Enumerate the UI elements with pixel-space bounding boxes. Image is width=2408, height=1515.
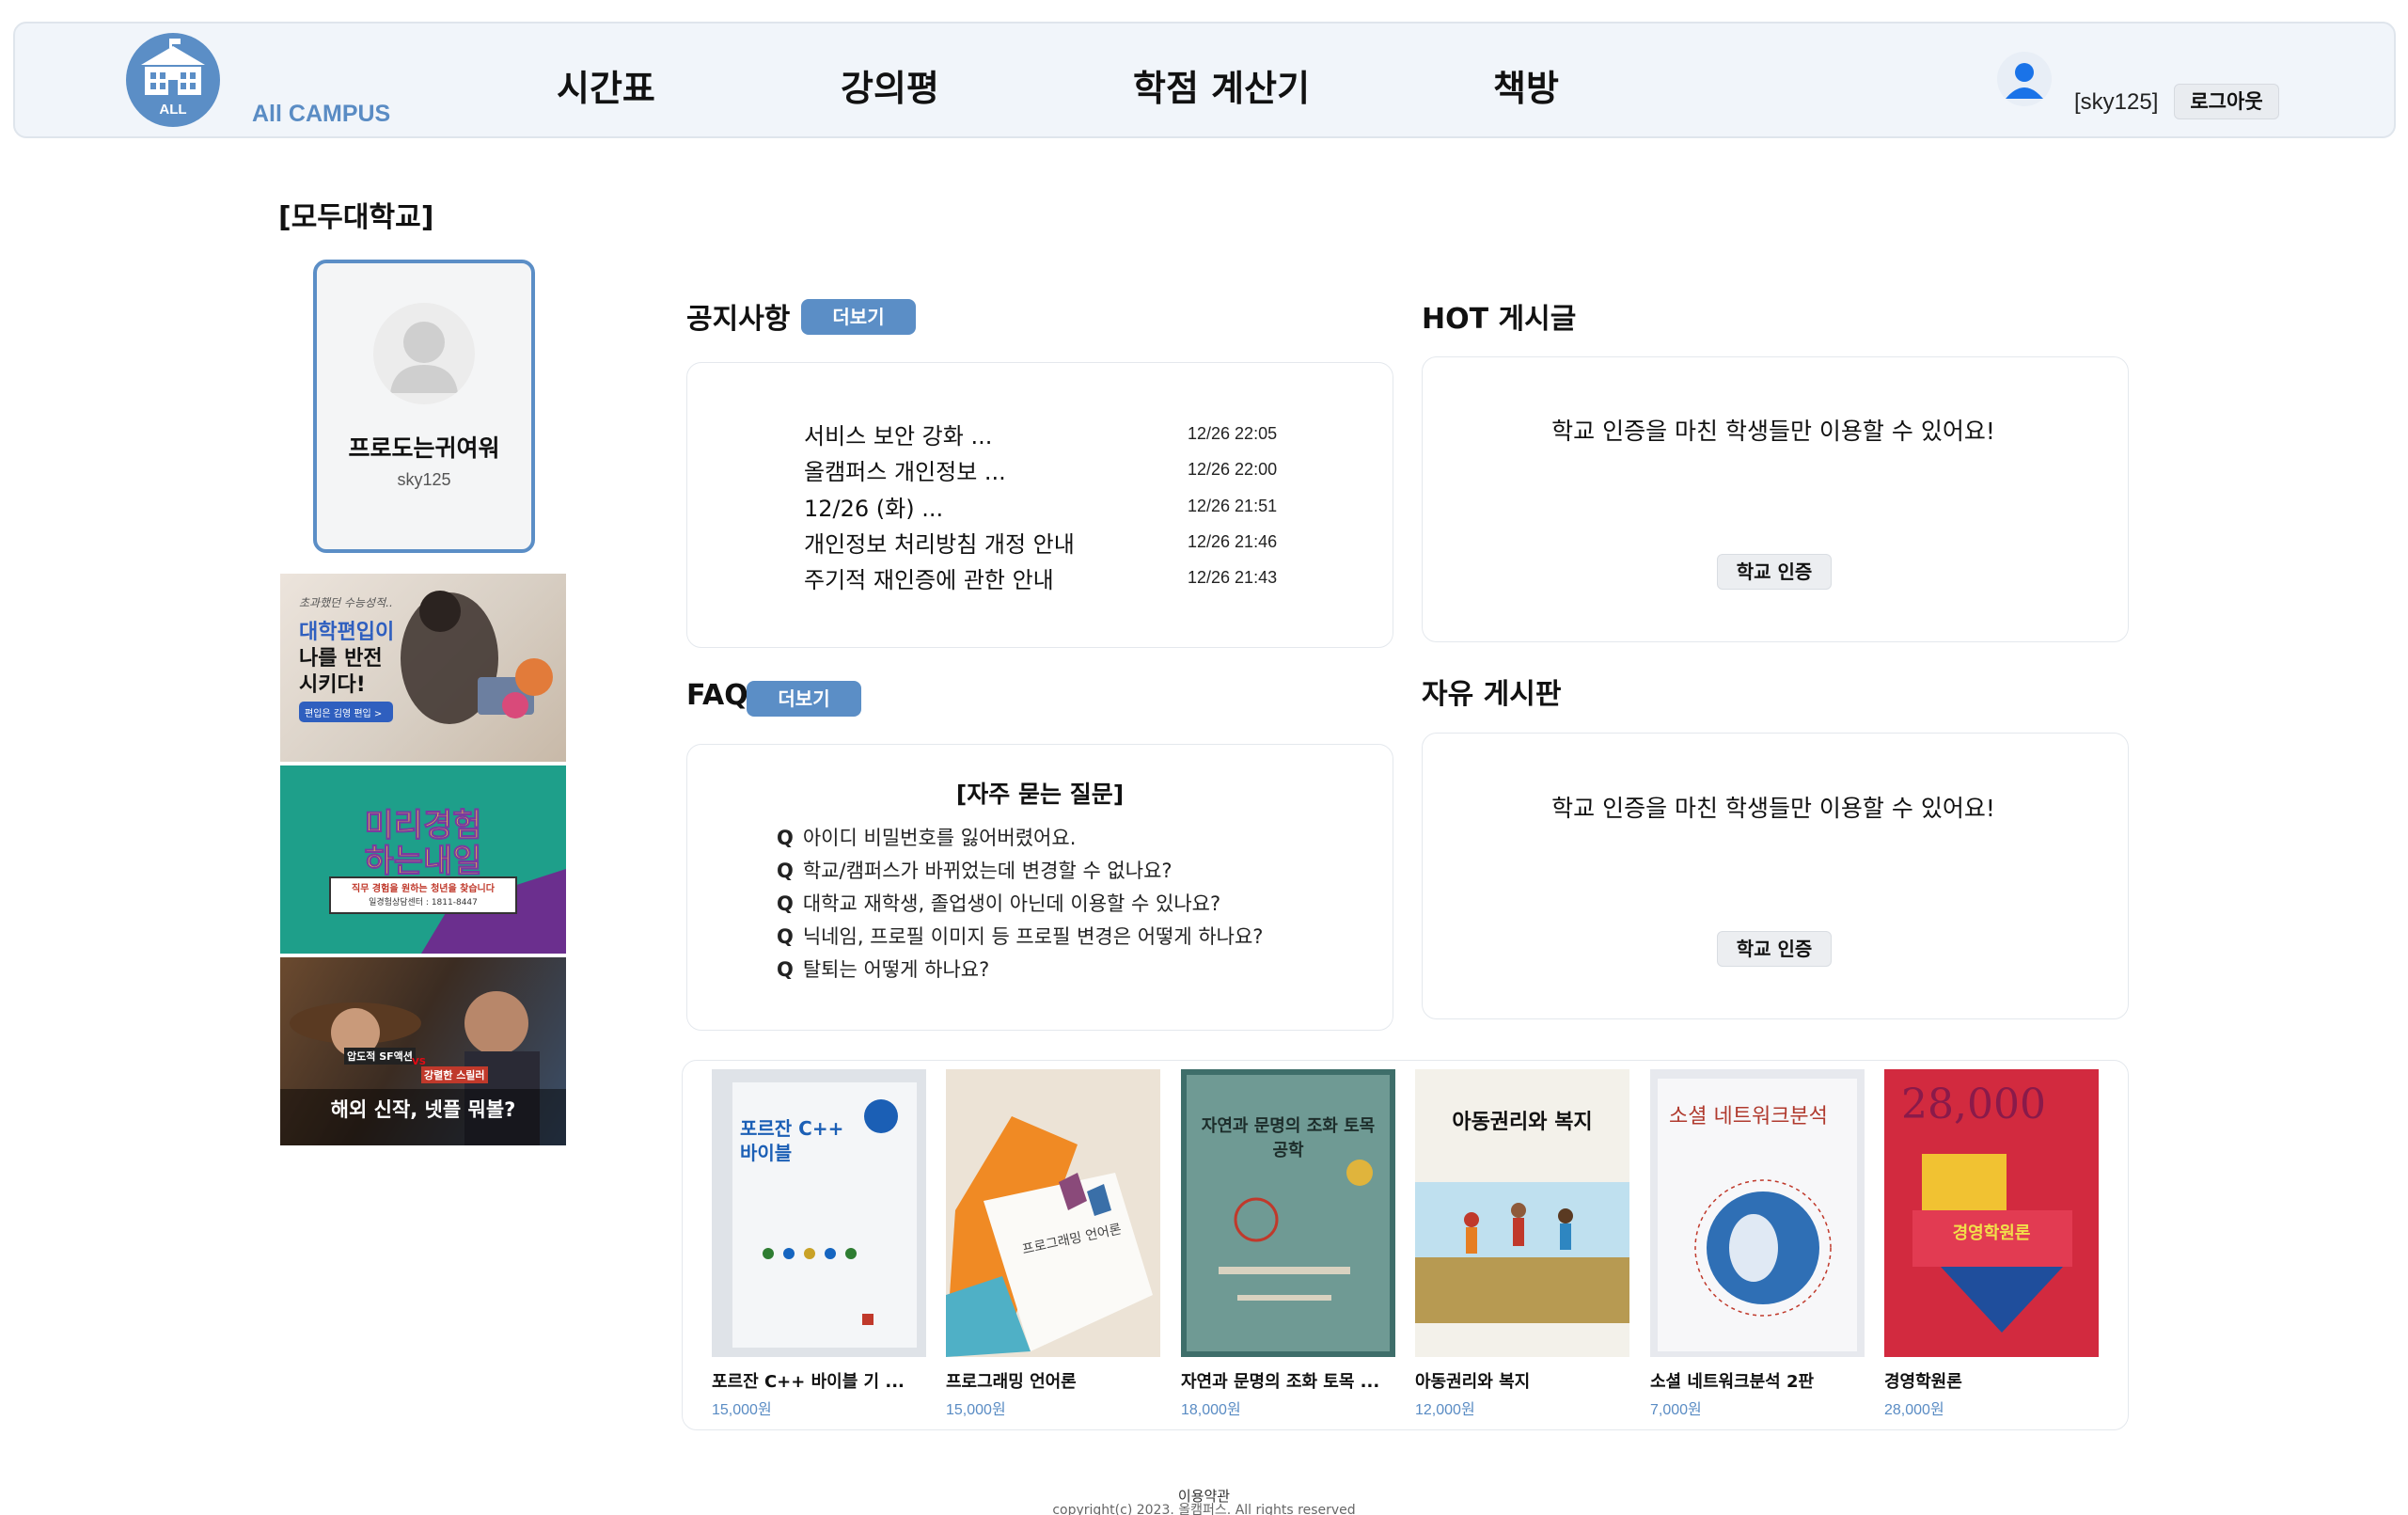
ad-banner-work-experience[interactable]: 미리경험 하는내일 직무 경험을 원하는 청년을 찾습니다 일경험상담센터 : …	[280, 765, 566, 954]
book-cover-image: 아동권리와 복지	[1415, 1069, 1629, 1357]
book-cover-text: 포르잔 C++ 바이블	[740, 1117, 844, 1164]
notice-item-date: 12/26 22:05	[1188, 424, 1278, 443]
faq-item[interactable]: Q 학교/캠퍼스가 바뀌었는데 변경할 수 없나요?	[777, 856, 1173, 884]
book-price: 15,000원	[712, 1402, 772, 1418]
ad2-sub2: 일경험상담센터 : 1811-8447	[369, 898, 478, 907]
book-title: 소셜 네트워크분석 2판	[1650, 1372, 1815, 1392]
book-title: 자연과 문명의 조화 토목 ...	[1181, 1372, 1380, 1392]
copyright-text: copyright(c) 2023. 올캠퍼스. All rights rese…	[1052, 1503, 1356, 1515]
book-cover-text: 경영학원론	[1952, 1223, 2031, 1243]
faq-question: 아이디 비밀번호를 잃어버렸어요.	[802, 827, 1077, 849]
ad3-line-0: 압도적 SF액션	[344, 1048, 416, 1065]
book-title: 프로그래밍 언어론	[946, 1372, 1077, 1392]
nav-grade-calculator[interactable]: 학점 계산기	[1133, 59, 1310, 111]
brand-name[interactable]: All CAMPUS	[252, 101, 390, 128]
ad3-line-3: 해외 신작, 넷플 뭐볼?	[330, 1098, 516, 1121]
faq-more-button[interactable]: 더보기	[747, 681, 861, 717]
ad3-line-2: 강렬한 스릴러	[421, 1066, 488, 1083]
ad2-line-1: 하는내일	[364, 843, 482, 881]
profile-placeholder-icon	[373, 303, 475, 404]
profile-card[interactable]: 프로도는귀여워 sky125	[313, 260, 535, 553]
book-price: 18,000원	[1181, 1402, 1241, 1418]
username-label: [sky125]	[2074, 89, 2159, 115]
book-cover-image: 포르잔 C++ 바이블	[712, 1069, 926, 1357]
notice-item-title[interactable]: 서비스 보안 강화 ...	[804, 418, 992, 450]
notice-item-title[interactable]: 개인정보 처리방침 개정 안내	[804, 526, 1075, 559]
ad1-line-0: 초과했던 수능성적..	[299, 596, 393, 609]
book-cover-text: 소셜 네트워크분석	[1669, 1105, 1828, 1128]
nav-lecture-review[interactable]: 강의평	[841, 59, 939, 111]
book-price: 28,000원	[1884, 1402, 1944, 1418]
ad-banner-netflix[interactable]: 압도적 SF액션 VS 강렬한 스릴러 해외 신작, 넷플 뭐볼?	[280, 957, 566, 1145]
notice-item-date: 12/26 21:43	[1188, 568, 1278, 587]
faq-item[interactable]: Q 대학교 재학생, 졸업생이 아닌데 이용할 수 있나요?	[777, 889, 1220, 917]
ad1-line-3: 시키다!	[299, 673, 366, 697]
nav-timetable[interactable]: 시간표	[557, 59, 655, 111]
logo-text: ALL	[159, 102, 186, 118]
notice-item-title[interactable]: 12/26 (화) ...	[804, 490, 943, 523]
book-price: 12,000원	[1415, 1402, 1475, 1418]
ad1-button: 편입은 김영 편입 >	[305, 709, 383, 719]
faq-q-marker: Q	[777, 958, 794, 981]
ad-banner-transfer[interactable]: 초과했던 수능성적.. 대학편입이 나를 반전 시키다! 편입은 김영 편입 >	[280, 574, 566, 762]
nav-bookstore[interactable]: 책방	[1493, 59, 1559, 111]
faq-question: 탈퇴는 어떻게 하나요?	[802, 958, 990, 981]
book-title: 아동권리와 복지	[1415, 1372, 1531, 1392]
hot-posts-title: HOT 게시글	[1422, 303, 1577, 336]
faq-item[interactable]: Q 아이디 비밀번호를 잃어버렸어요.	[777, 823, 1076, 851]
book-cover-handwriting: 28,000	[1901, 1081, 2046, 1128]
faq-question: 학교/캠퍼스가 바뀌었는데 변경할 수 없나요?	[802, 860, 1173, 882]
faq-item[interactable]: Q 탈퇴는 어떻게 하나요?	[777, 955, 989, 983]
faq-q-marker: Q	[777, 892, 794, 915]
faq-item[interactable]: Q 닉네임, 프로필 이미지 등 프로필 변경은 어떻게 하나요?	[777, 922, 1263, 950]
book-cover-image: 28,000 경영학원론	[1884, 1069, 2099, 1357]
free-board-panel	[1422, 733, 2129, 1019]
notice-panel	[686, 362, 1393, 648]
free-auth-message: 학교 인증을 마친 학생들만 이용할 수 있어요!	[1551, 795, 1995, 822]
campus-logo-icon[interactable]: ALL	[126, 33, 220, 127]
faq-q-marker: Q	[777, 925, 794, 948]
hot-auth-message: 학교 인증을 마친 학생들만 이용할 수 있어요!	[1551, 418, 1995, 445]
book-cover-image: 소셜 네트워크분석	[1650, 1069, 1865, 1357]
notice-item-title[interactable]: 주기적 재인증에 관한 안내	[804, 561, 1054, 594]
user-avatar-icon[interactable]	[1997, 52, 2052, 106]
top-header: ALL All CAMPUS 시간표 강의평 학점 계산기 책방 [sky125…	[13, 22, 2396, 138]
notice-item-date: 12/26 21:46	[1188, 532, 1278, 551]
book-price: 7,000원	[1650, 1402, 1702, 1418]
faq-heading: [자주 묻는 질문]	[955, 781, 1125, 808]
book-cover-image: 프로그래밍 언어론	[946, 1069, 1160, 1357]
notice-item-date: 12/26 22:00	[1188, 460, 1278, 479]
faq-question: 대학교 재학생, 졸업생이 아닌데 이용할 수 있나요?	[802, 892, 1221, 915]
hot-school-verify-button[interactable]: 학교 인증	[1717, 554, 1832, 590]
faq-question: 닉네임, 프로필 이미지 등 프로필 변경은 어떻게 하나요?	[802, 925, 1264, 948]
hot-posts-panel	[1422, 356, 2129, 642]
faq-q-marker: Q	[777, 827, 794, 849]
notice-item-title[interactable]: 올캠퍼스 개인정보 ...	[804, 453, 1006, 486]
book-price: 15,000원	[946, 1402, 1006, 1418]
book-cover-image: 자연과 문명의 조화 토목공학	[1181, 1069, 1395, 1357]
faq-title: FAQ	[686, 679, 748, 712]
book-title: 포르잔 C++ 바이블 기 ...	[712, 1372, 905, 1392]
school-name: [모두대학교]	[278, 201, 434, 234]
free-board-title: 자유 게시판	[1422, 678, 1562, 711]
ad2-sub: 직무 경험을 원하는 청년을 찾습니다	[352, 884, 495, 894]
faq-q-marker: Q	[777, 860, 794, 882]
notice-title: 공지사항	[686, 303, 791, 336]
logout-button[interactable]: 로그아웃	[2174, 84, 2279, 119]
notice-more-button[interactable]: 더보기	[801, 299, 916, 335]
profile-nickname: 프로도는귀여워	[348, 434, 500, 462]
book-title: 경영학원론	[1884, 1372, 1962, 1392]
book-cover-text: 아동권리와 복지	[1452, 1111, 1593, 1134]
profile-user-id: sky125	[397, 470, 451, 489]
book-cover-text: 자연과 문명의 조화 토목공학	[1201, 1116, 1376, 1160]
free-school-verify-button[interactable]: 학교 인증	[1717, 931, 1832, 967]
notice-item-date: 12/26 21:51	[1188, 497, 1278, 515]
